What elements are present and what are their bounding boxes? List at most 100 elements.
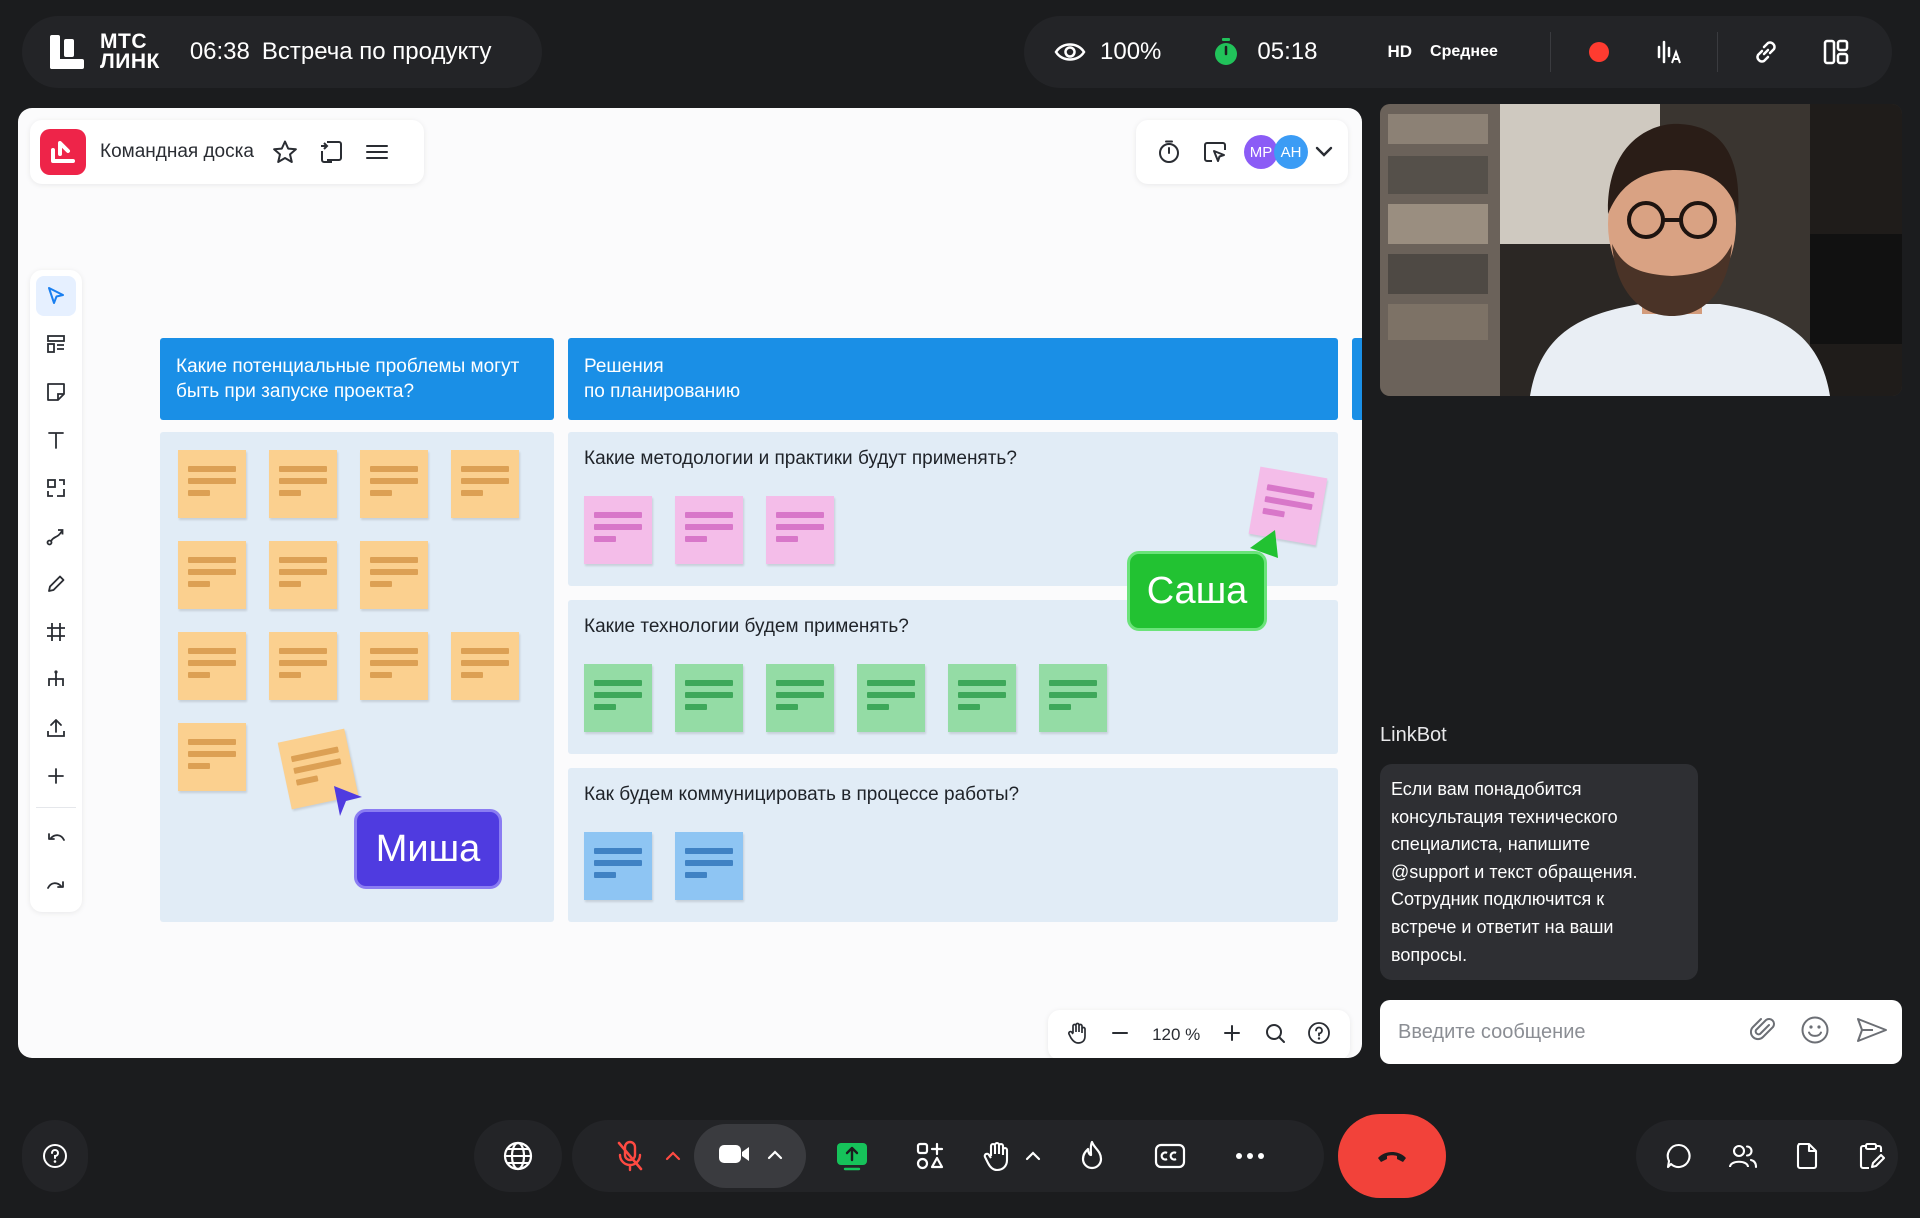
pen-tool-button[interactable] xyxy=(36,564,76,604)
apps-button[interactable] xyxy=(900,1120,960,1192)
column-header-problems[interactable]: Какие потенциальные проблемы могут быть … xyxy=(160,338,554,420)
redo-button[interactable] xyxy=(36,868,76,908)
sticky-note[interactable] xyxy=(178,541,246,609)
captions-button[interactable] xyxy=(1140,1120,1200,1192)
sticky-note[interactable] xyxy=(766,664,834,732)
participant-video[interactable] xyxy=(1380,104,1902,396)
screen-share-button[interactable] xyxy=(822,1120,882,1192)
participants-panel-button[interactable] xyxy=(1718,1120,1768,1192)
column-header-solutions[interactable]: Решения по планированию xyxy=(568,338,1338,420)
microphone-options-button[interactable] xyxy=(658,1120,688,1192)
select-tool-button[interactable] xyxy=(36,276,76,316)
board-timer-button[interactable] xyxy=(1146,129,1192,175)
text-tool-button[interactable] xyxy=(36,420,76,460)
frame-tool-button[interactable] xyxy=(36,612,76,652)
more-tools-button[interactable] xyxy=(36,756,76,796)
whiteboard[interactable]: Командная доска МР АН Какие потенциальны… xyxy=(18,108,1362,1058)
reactions-button[interactable] xyxy=(1062,1120,1122,1192)
sticky-note[interactable] xyxy=(360,450,428,518)
sticky-note[interactable] xyxy=(766,496,834,564)
timer-indicator: 05:18 xyxy=(1213,38,1317,66)
smile-icon xyxy=(1801,1016,1829,1043)
sticky-note[interactable] xyxy=(584,664,652,732)
zoom-level[interactable]: 120 % xyxy=(1152,1025,1200,1045)
more-options-button[interactable] xyxy=(1220,1120,1280,1192)
layout-button[interactable] xyxy=(1816,32,1856,72)
follow-mode-button[interactable] xyxy=(1192,129,1238,175)
copy-link-button[interactable] xyxy=(1746,32,1786,72)
sticky-note[interactable] xyxy=(269,541,337,609)
chat-panel-button[interactable] xyxy=(1654,1120,1704,1192)
reactions-options-button[interactable] xyxy=(1018,1120,1048,1192)
quality-level[interactable]: Среднее xyxy=(1430,43,1498,61)
pan-hand-button[interactable] xyxy=(1067,1021,1089,1050)
column-header-next[interactable] xyxy=(1352,338,1362,420)
sticky-note[interactable] xyxy=(269,450,337,518)
question-methodologies: Какие методологии и практики будут приме… xyxy=(584,448,1017,469)
emoji-button[interactable] xyxy=(1800,1015,1830,1050)
language-button[interactable] xyxy=(474,1120,562,1192)
sticky-note[interactable] xyxy=(178,450,246,518)
sticky-note[interactable] xyxy=(269,632,337,700)
participants-avatars[interactable]: МР АН xyxy=(1244,135,1308,169)
communication-panel[interactable]: Как будем коммуницировать в процессе раб… xyxy=(568,768,1338,922)
files-panel-button[interactable] xyxy=(1782,1120,1832,1192)
sticky-note[interactable] xyxy=(948,664,1016,732)
camera-options-button[interactable] xyxy=(767,1147,783,1165)
sticky-note[interactable] xyxy=(451,632,519,700)
cursor-label-misha: Миша xyxy=(354,809,502,889)
upload-tool-button[interactable] xyxy=(36,708,76,748)
mindmap-tool-button[interactable] xyxy=(36,660,76,700)
avatars-expand-button[interactable] xyxy=(1308,129,1340,175)
chat-message-input[interactable] xyxy=(1398,1020,1750,1044)
shapes-tool-button[interactable] xyxy=(36,468,76,508)
sticky-note[interactable] xyxy=(675,496,743,564)
undo-button[interactable] xyxy=(36,820,76,860)
sticky-note[interactable] xyxy=(675,832,743,900)
search-icon xyxy=(1265,1023,1285,1043)
help-board-button[interactable] xyxy=(1307,1021,1331,1050)
sticky-note[interactable] xyxy=(178,632,246,700)
templates-tool-button[interactable] xyxy=(36,324,76,364)
board-app-logo-icon[interactable] xyxy=(40,129,86,175)
sticky-note[interactable] xyxy=(584,496,652,564)
users-icon xyxy=(1728,1144,1758,1169)
sticky-note[interactable] xyxy=(451,450,519,518)
search-board-button[interactable] xyxy=(1264,1022,1286,1049)
record-button[interactable] xyxy=(1579,32,1619,72)
quality-badge[interactable]: HD xyxy=(1387,42,1412,62)
sticky-note[interactable] xyxy=(360,541,428,609)
logo-text-line-1: МТС xyxy=(100,30,147,53)
template-icon xyxy=(47,335,65,353)
sticky-note[interactable] xyxy=(584,832,652,900)
board-menu-button[interactable] xyxy=(354,129,400,175)
favorite-button[interactable] xyxy=(262,129,308,175)
raise-hand-button[interactable] xyxy=(972,1120,1022,1192)
org-chart-icon xyxy=(48,670,64,686)
sticky-note[interactable] xyxy=(1039,664,1107,732)
undo-icon xyxy=(48,833,65,841)
pointer-icon xyxy=(48,287,64,304)
zoom-out-button[interactable] xyxy=(1110,1023,1130,1048)
sticky-note[interactable] xyxy=(360,632,428,700)
logo-text-line-2: ЛИНК xyxy=(100,50,160,73)
minus-icon xyxy=(1112,1031,1129,1034)
leave-call-button[interactable] xyxy=(1338,1114,1446,1198)
help-button[interactable] xyxy=(22,1120,88,1192)
sticky-note[interactable] xyxy=(857,664,925,732)
export-board-button[interactable] xyxy=(308,129,354,175)
camera-button-group xyxy=(694,1124,806,1188)
attach-file-button[interactable] xyxy=(1749,1015,1776,1050)
sticky-note[interactable] xyxy=(675,664,743,732)
connector-tool-button[interactable] xyxy=(36,516,76,556)
zoom-in-button[interactable] xyxy=(1222,1023,1242,1048)
board-share-icon xyxy=(320,141,342,163)
send-message-button[interactable] xyxy=(1856,1016,1888,1049)
notes-panel-button[interactable] xyxy=(1846,1120,1896,1192)
sticky-note[interactable] xyxy=(178,723,246,791)
chat-message-line: консультация технического xyxy=(1391,806,1618,827)
camera-button[interactable] xyxy=(717,1142,751,1171)
audio-level-button[interactable] xyxy=(1649,32,1689,72)
sticky-note-tool-button[interactable] xyxy=(36,372,76,412)
column-header-line-1: Решения xyxy=(584,356,664,377)
